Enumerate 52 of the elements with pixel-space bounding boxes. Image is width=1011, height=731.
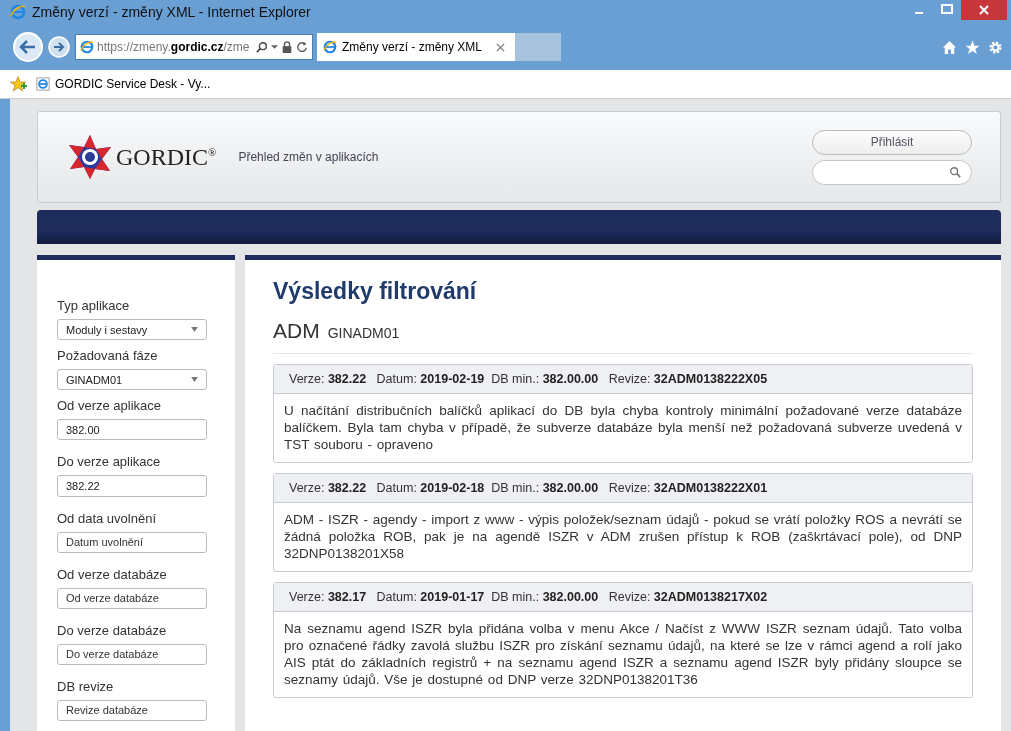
filter-label: Požadovaná fáze [57,348,159,364]
address-field[interactable]: https://zmeny.gordic.cz/zme [75,34,313,60]
filter-dropdown[interactable]: Moduly i sestavy [57,319,207,341]
change-description: U načítání distribučních balíčků aplikací do DB byla chyba kontroly minimální požadované verze databáze balíčkem. Byla tam chyba v případě, že subverze databáze byla menší než požadovaná subverze uvedená v TST souboru - opraveno [283,402,963,454]
home-icon[interactable] [942,39,957,55]
logo-text: GORDIC$^{®}$ [116,143,217,171]
browser-logo-icon [323,40,337,54]
filter-label: Od verze aplikace [57,398,163,414]
filter-dropdown[interactable]: GINADM01 [57,369,207,391]
change-header: Verze: 382.22 Datum: 2019-02-19 DB min.: 382.00.00 Revize: 32ADM0138222X05 [274,365,972,394]
dropdown-arrow-icon [191,327,198,333]
filter-field[interactable]: Od verze databáze [57,587,207,609]
change-header: Verze: 382.22 Datum: 2019-02-18 DB min.: 382.00.00 Revize: 32ADM0138222X01 [274,474,972,503]
favorite-link[interactable]: GORDIC Service Desk - Vy... [36,77,211,91]
lock-icon[interactable] [281,41,293,53]
site-subtitle: Přehled změn v aplikacích [238,150,379,164]
filter-field[interactable]: 382.00 [57,419,207,441]
close-tab-icon[interactable] [496,42,505,52]
change-description: Na seznamu agend ISZR byla přidána volba v menu Akce / Načíst z WWW ISZR seznam údajů. Tato volba pro označené řádky zavolá službu ISZR pro získání seznamu údajů, na které se lze v rámci agend a rolí jako AIS ptát do základních registrů + na seznamu agend ISZR a seznamu agend ISZR byly přidány sloupce se seznamy údajů. Vše je dostupné od DNP verze 32DNP0138201T36 [283,620,963,689]
star-icon[interactable] [965,39,980,55]
filter-label: Od verze databáze [57,566,168,582]
filter-field[interactable]: Datum uvolnění [57,531,207,553]
filter-label: Typ aplikace [57,298,131,313]
browser-logo-icon [80,40,94,54]
page-icon [36,77,50,91]
change-description: ADM - ISZR - agendy - import z www - výpis položek/seznam údajů - pokud se vrátí položky ROS a nevrátí se žádná položka ROB, pak je na agendě ISZR v ADM zrušen přístup k ROB (zaškrtávací pole), od DNP 32DNP0138201X58 [283,511,963,563]
search-field[interactable] [812,159,972,185]
window-title: Změny verzí - změny XML - Internet Explorer [32,4,311,20]
filter-label: Do verze databáze [57,622,168,638]
browser-logo-icon [10,4,26,20]
login-button[interactable]: Přihlásit [812,129,972,155]
back-button[interactable] [12,31,44,63]
filter-field[interactable]: 382.22 [57,475,207,497]
filter-label: Do verze aplikace [57,454,162,470]
filter-label: DB revize [57,678,115,694]
refresh-icon[interactable] [296,41,308,53]
browser-tab[interactable]: Změny verzí - změny XML [317,33,515,61]
settings-icon[interactable] [988,39,1003,55]
filter-field[interactable]: Revize databáze [57,699,207,721]
phase-name: GINADM01 [327,325,400,341]
module-name: ADM [273,319,320,343]
filter-label: Od data uvolnění [57,510,158,526]
close-icon[interactable] [961,0,1007,20]
forward-button[interactable] [47,35,71,59]
results-title: Výsledky filtrování [273,278,478,305]
search-icon[interactable] [949,166,961,178]
dropdown-arrow-icon [191,377,198,383]
search-icon[interactable] [256,41,268,53]
change-header: Verze: 382.17 Datum: 2019-01-17 DB min.: 382.00.00 Revize: 32ADM0138217X02 [274,583,972,612]
logo-star-icon [66,133,114,181]
filter-field[interactable]: Do verze databáze [57,643,207,665]
favorites-star-icon[interactable] [10,76,28,92]
